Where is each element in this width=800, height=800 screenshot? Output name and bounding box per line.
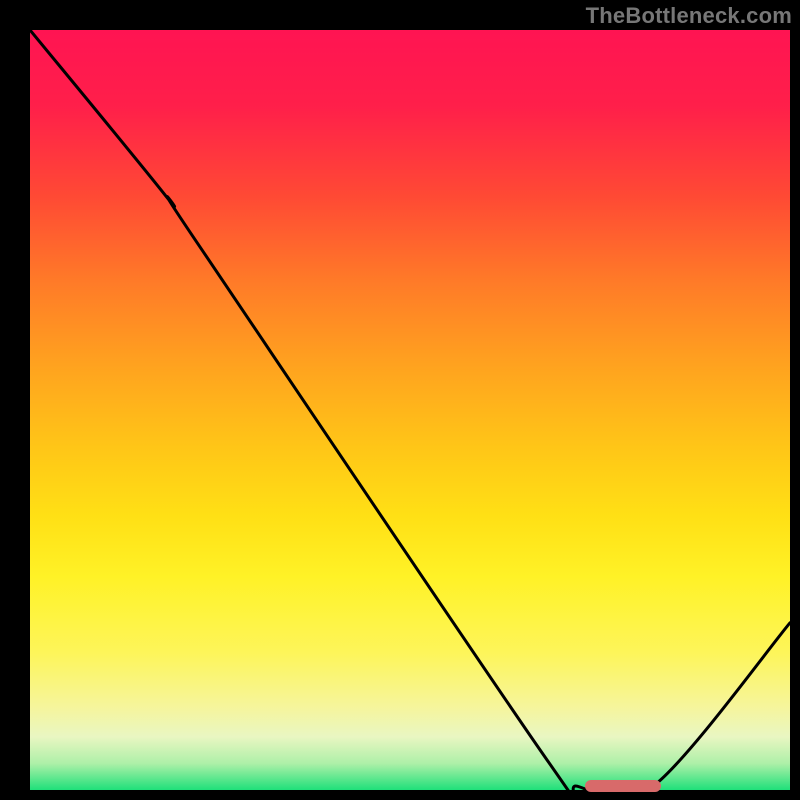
highlight-marker (585, 780, 661, 792)
chart-canvas: TheBottleneck.com (0, 0, 800, 800)
watermark-text: TheBottleneck.com (586, 3, 792, 29)
chart-line (30, 30, 790, 790)
plot-area (30, 30, 790, 790)
